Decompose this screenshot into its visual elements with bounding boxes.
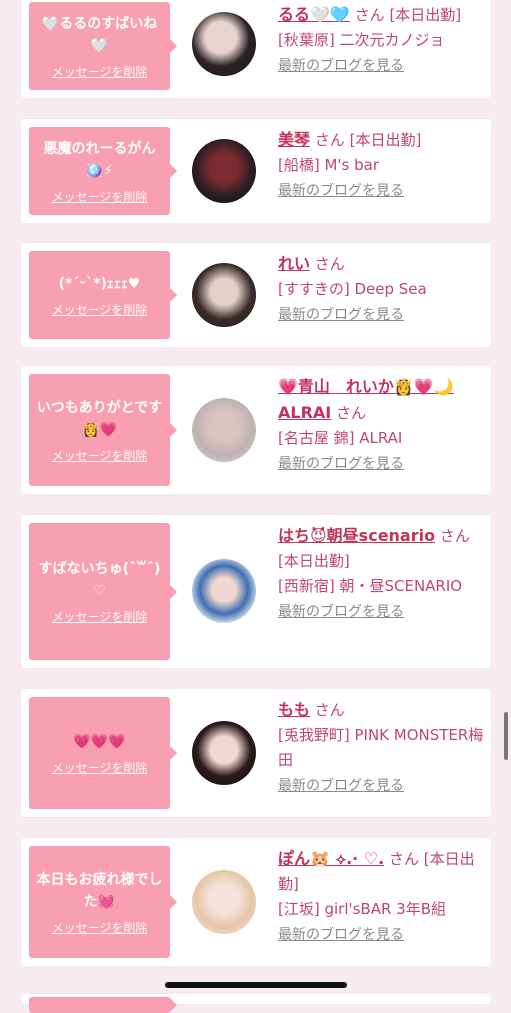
shop-name: [江坂] girl'sBAR 3年B組 xyxy=(278,900,447,918)
message-bubble xyxy=(29,997,177,1013)
latest-blog-link[interactable]: 最新のブログを見る xyxy=(278,307,404,323)
latest-blog-link[interactable]: 最新のブログを見る xyxy=(278,604,404,620)
honorific: さん xyxy=(314,255,345,273)
message-text: 悪魔のれーるがん🪩⚡ xyxy=(43,140,156,179)
honorific: さん xyxy=(439,527,470,545)
delete-message-link[interactable]: メッセージを削除 xyxy=(52,301,148,318)
avatar[interactable] xyxy=(192,398,256,462)
honorific: さん xyxy=(354,6,385,24)
delete-message-link[interactable]: メッセージを削除 xyxy=(52,608,148,625)
avatar[interactable] xyxy=(192,263,256,327)
attendance-status: [本日出勤] xyxy=(349,131,422,149)
avatar[interactable] xyxy=(192,870,256,934)
avatar[interactable] xyxy=(192,139,256,203)
scrollbar[interactable] xyxy=(504,712,508,760)
honorific: さん xyxy=(314,701,345,719)
cast-name-link[interactable]: はち😈朝昼scenario xyxy=(278,526,435,545)
message-text: すばないちゅ(ˆ꒳ˆ)♡ xyxy=(38,561,161,599)
avatar[interactable] xyxy=(192,721,256,785)
cast-name-link[interactable]: ぽん🐹 ⟡.· ♡. xyxy=(278,849,384,868)
honorific: さん xyxy=(314,131,345,149)
shop-name: [兎我野町] PINK MONSTER梅田 xyxy=(278,726,484,769)
cast-name-link[interactable]: れい xyxy=(278,254,310,273)
latest-blog-link[interactable]: 最新のブログを見る xyxy=(278,183,404,199)
home-indicator[interactable] xyxy=(165,982,347,988)
message-card: 🤍るるのすばいね🤍 メッセージを削除 るる🤍🩵 さん [本日出勤] [秋葉原] … xyxy=(21,0,491,98)
message-card: 💗💗💗 メッセージを削除 もも さん [兎我野町] PINK MONSTER梅田… xyxy=(21,689,491,817)
honorific: さん xyxy=(336,404,367,422)
shop-name: [名古屋 錦] ALRAI xyxy=(278,429,403,447)
message-text: いつもありがとです👸💗 xyxy=(36,399,163,438)
message-text: 🤍るるのすばいね🤍 xyxy=(41,15,158,54)
message-card xyxy=(21,994,491,1013)
cast-name-link[interactable]: 美琴 xyxy=(278,130,310,149)
attendance-status: [本日出勤] xyxy=(389,6,462,24)
message-bubble: いつもありがとです👸💗 メッセージを削除 xyxy=(29,374,177,486)
message-card: すばないちゅ(ˆ꒳ˆ)♡ メッセージを削除 はち😈朝昼scenario さん [… xyxy=(21,515,491,668)
shop-name: [西新宿] 朝・昼SCENARIO xyxy=(278,577,463,595)
attendance-status: [本日出勤] xyxy=(278,552,350,570)
message-bubble: 悪魔のれーるがん🪩⚡ メッセージを削除 xyxy=(29,127,177,215)
shop-name: [秋葉原] 二次元カノジョ xyxy=(278,31,445,49)
delete-message-link[interactable]: メッセージを削除 xyxy=(52,63,148,80)
message-card: いつもありがとです👸💗 メッセージを削除 💗青山 れいか👸💗🌙ALRAI さん … xyxy=(21,366,491,494)
message-bubble: 本日もお疲れ様でした💓 メッセージを削除 xyxy=(29,846,177,958)
shop-name: [船橋] M's bar xyxy=(278,156,380,174)
message-bubble: すばないちゅ(ˆ꒳ˆ)♡ メッセージを削除 xyxy=(29,523,177,660)
message-card: 本日もお疲れ様でした💓 メッセージを削除 ぽん🐹 ⟡.· ♡. さん [本日出勤… xyxy=(21,838,491,966)
message-bubble: (*ˊᵕˋ*)ｪｪｪ♥ メッセージを削除 xyxy=(29,251,177,339)
cast-name-link[interactable]: るる🤍🩵 xyxy=(278,5,350,24)
avatar[interactable] xyxy=(192,559,256,623)
latest-blog-link[interactable]: 最新のブログを見る xyxy=(278,58,404,74)
honorific: さん xyxy=(389,850,420,868)
delete-message-link[interactable]: メッセージを削除 xyxy=(52,188,148,205)
delete-message-link[interactable]: メッセージを削除 xyxy=(52,447,148,464)
message-text: 本日もお疲れ様でした💓 xyxy=(36,871,163,910)
delete-message-link[interactable]: メッセージを削除 xyxy=(52,759,148,776)
latest-blog-link[interactable]: 最新のブログを見る xyxy=(278,927,404,943)
cast-name-link[interactable]: もも xyxy=(278,700,310,719)
delete-message-link[interactable]: メッセージを削除 xyxy=(52,919,148,936)
shop-name: [すすきの] Deep Sea xyxy=(278,280,427,298)
message-card: (*ˊᵕˋ*)ｪｪｪ♥ メッセージを削除 れい さん [すすきの] Deep S… xyxy=(21,243,491,347)
message-text: 💗💗💗 xyxy=(73,733,126,750)
latest-blog-link[interactable]: 最新のブログを見る xyxy=(278,778,404,794)
message-bubble: 💗💗💗 メッセージを削除 xyxy=(29,697,177,809)
latest-blog-link[interactable]: 最新のブログを見る xyxy=(278,456,404,472)
message-card: 悪魔のれーるがん🪩⚡ メッセージを削除 美琴 さん [本日出勤] [船橋] M'… xyxy=(21,119,491,223)
message-bubble: 🤍るるのすばいね🤍 メッセージを削除 xyxy=(29,2,177,90)
avatar[interactable] xyxy=(192,12,256,76)
message-text: (*ˊᵕˋ*)ｪｪｪ♥ xyxy=(58,275,141,292)
